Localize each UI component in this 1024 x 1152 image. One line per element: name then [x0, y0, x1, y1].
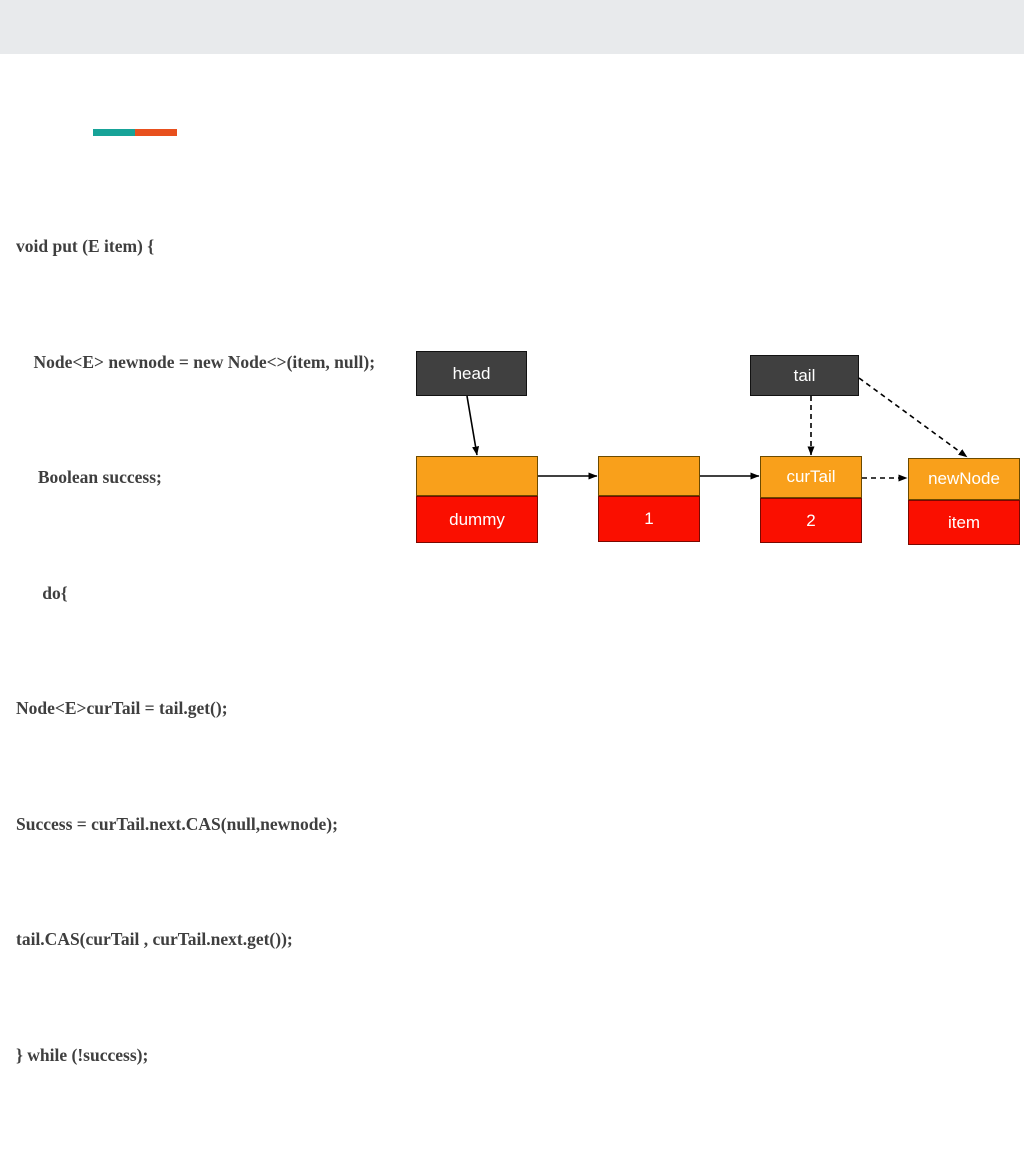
list-node-newnode-next-cell: newNode [908, 458, 1020, 500]
list-node-dummy-next-cell [416, 456, 538, 496]
top-banner [0, 0, 1024, 54]
code-line: Boolean success; [16, 467, 162, 487]
accent-rule [93, 129, 177, 136]
code-line: Success = curTail.next.CAS(null,newnode)… [16, 813, 338, 834]
list-node-curtail: curTail 2 [760, 456, 862, 543]
pointer-box-head-label: head [452, 363, 491, 383]
list-node-one-value-cell: 1 [598, 496, 700, 542]
list-node-newnode: newNode item [908, 458, 1020, 545]
code-line: Node<E>curTail = tail.get(); [16, 698, 228, 718]
pointer-box-tail-label: tail [793, 365, 816, 385]
code-line: tail.CAS(curTail , curTail.next.get()); [16, 929, 293, 949]
arrow-tail-to-newnode [858, 377, 968, 458]
pointer-box-tail: tail [750, 355, 859, 396]
accent-rule-left-segment [93, 129, 135, 136]
accent-rule-right-segment [135, 129, 177, 136]
list-node-one-next-cell [598, 456, 700, 496]
code-line: Node<E> newnode = new Node<>(item, null)… [16, 351, 376, 372]
list-node-curtail-value-cell: 2 [760, 498, 862, 543]
arrow-head-to-dummy [466, 395, 480, 456]
list-node-one: 1 [598, 456, 700, 542]
list-node-dummy: dummy [416, 456, 538, 543]
code-line: void put (E item) { [16, 236, 155, 256]
list-node-curtail-next-cell: curTail [760, 456, 862, 498]
list-node-newnode-value-cell: item [908, 500, 1020, 545]
list-node-dummy-value-cell: dummy [416, 496, 538, 543]
code-line: } [16, 1151, 436, 1152]
code-line: } while (!success); [16, 1044, 149, 1065]
code-line: do{ [16, 582, 68, 603]
code-block: void put (E item) { Node<E> newnode = ne… [16, 150, 436, 1152]
pointer-box-head: head [416, 351, 527, 396]
